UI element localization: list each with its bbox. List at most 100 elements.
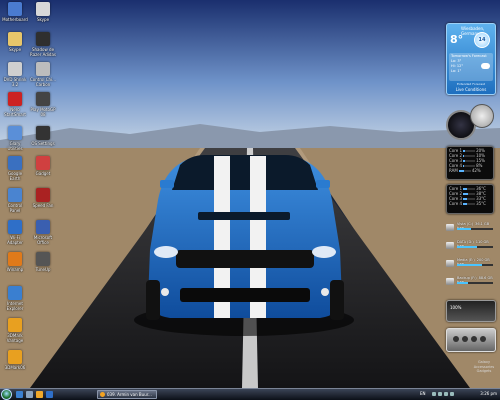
desktop-icon[interactable]: Speed Fan — [30, 188, 56, 208]
desktop-icon[interactable]: Skype — [30, 2, 56, 22]
stat-bar — [463, 203, 476, 205]
network-meter-gadget[interactable]: 100% — [446, 300, 496, 322]
desktop-icon[interactable]: Play MotoGP 08 — [30, 92, 56, 117]
forecast-row: Lo: 1° — [451, 69, 462, 73]
security-tray-icon[interactable] — [444, 392, 448, 396]
desktop-icon[interactable]: DVD Shrink 3.2 — [2, 62, 28, 87]
media-player-gadget[interactable] — [446, 328, 496, 352]
weather-forecast: Tomorrow's Forecast Lo: 3° Hi: 12° Lo: 1… — [449, 53, 493, 81]
drive-row[interactable]: Media (E:)200 GB free — [446, 258, 494, 270]
taskbar-item-winamp[interactable]: 039. Armin van Buur... — [97, 390, 157, 399]
desktop-icon[interactable]: Gadget — [30, 156, 56, 176]
cpu-meter-gadget[interactable]: Core 1 20% Core 2 10% Core 3 15% Core 4 8% RAM 42… — [446, 146, 494, 180]
drive-usage-bar — [457, 264, 493, 266]
internet-explorer-icon[interactable] — [16, 391, 23, 398]
nero-icon — [8, 92, 22, 106]
desktop-icon[interactable]: 3DMark06 — [2, 350, 28, 370]
start-button[interactable] — [1, 389, 12, 400]
desktop-icon-label: Internet Explorer — [6, 301, 24, 311]
office-icon — [36, 220, 50, 234]
internet-explorer-icon — [8, 286, 22, 300]
stat-bar — [458, 170, 471, 172]
media-player-icon[interactable] — [46, 391, 53, 398]
stat-value: 35°C — [476, 201, 486, 206]
desktop-icon-label: Play MotoGP 08 — [30, 107, 56, 117]
folder-icon[interactable] — [36, 391, 43, 398]
moon-icon: 14 — [474, 32, 490, 48]
control-panel-icon — [8, 188, 22, 202]
taskbar: 039. Armin van Buur... EN 3:26 pm — [0, 388, 500, 400]
desktop-icon[interactable]: Internet Explorer — [2, 286, 28, 311]
desktop-icon[interactable]: Google Earth — [2, 156, 28, 181]
desktop-icon[interactable]: Winamp — [2, 252, 28, 272]
drive-row[interactable]: DATA (D:)110 GB free — [446, 240, 494, 252]
cloud-icon — [481, 63, 490, 69]
drive-row[interactable]: Backup (F:)88.6 GB free — [446, 276, 494, 288]
desktop-icon[interactable]: Control Chi... Carbon — [30, 62, 56, 87]
desktop-icon-label: Skype — [36, 17, 50, 22]
benchmark-icon — [8, 318, 22, 332]
network-tray-icon[interactable] — [432, 392, 436, 396]
stat-row: RAM 42% — [449, 168, 491, 173]
hard-drive-icon — [446, 278, 454, 285]
core-temp-gadget[interactable]: Core 1 36°C Core 2 38°C Core 3 33°C Core 4 35°C — [446, 184, 494, 214]
desktop-icon-label: Shadow de Razer Adidas — [30, 47, 57, 57]
desktop-icon[interactable]: Wi-Fi Adapter — [2, 220, 28, 245]
globe-icon — [8, 156, 22, 170]
desktop-icon[interactable]: Glary Utilities — [2, 126, 28, 151]
fan-icon — [36, 188, 50, 202]
stat-label: RAM — [449, 168, 458, 173]
desktop-icon[interactable]: Control Panel — [2, 188, 28, 213]
gadget-brand: Galaxy Accessories Gadgets — [470, 360, 498, 374]
desktop-icon[interactable]: Skype — [2, 32, 28, 52]
weather-live-conditions-link[interactable]: Live Conditions — [447, 87, 495, 92]
weather-extended-link[interactable]: Extended Forecast — [447, 82, 495, 86]
drive-row[interactable]: Vista (C:)36.1 GB free — [446, 222, 494, 234]
drive-usage-bar — [457, 228, 493, 230]
desktop-icon-label: Nero StartSmart — [4, 107, 26, 117]
desktop-wallpaper — [0, 0, 500, 388]
hard-drive-icon — [446, 260, 454, 267]
desktop-icon-label: Glary Utilities — [7, 141, 23, 151]
desktop-icon[interactable]: OS Settings — [30, 126, 56, 146]
language-indicator[interactable]: EN — [420, 391, 426, 396]
stat-row: Core 4 35°C — [449, 201, 491, 206]
desktop-icon[interactable]: Microsoft Office — [30, 220, 56, 245]
weather-gadget[interactable]: Wiesbaden, Germany 8° 14 Tomorrow's Fore… — [446, 23, 496, 95]
desktop-icon-label: DVD Shrink 3.2 — [3, 77, 27, 87]
drive-usage-bar — [457, 246, 493, 248]
stop-icon[interactable] — [471, 336, 477, 342]
network-icon — [8, 220, 22, 234]
desktop-icon-label: Skype — [8, 47, 22, 52]
desktop-icon-label: 3DMark Vantage — [6, 333, 24, 343]
volume-tray-icon[interactable] — [438, 392, 442, 396]
desktop-icon[interactable]: Shadow de Razer Adidas — [30, 32, 56, 57]
desktop-icon-label: Microsoft Office — [33, 235, 53, 245]
stat-bar — [463, 155, 476, 157]
desktop-icon[interactable]: 3DMark Vantage — [2, 318, 28, 343]
app-icon — [36, 156, 50, 170]
next-icon[interactable] — [480, 336, 486, 342]
analog-clock-gadget[interactable] — [470, 104, 494, 128]
desktop-icon[interactable]: Motherboard — [2, 2, 28, 22]
disc-icon — [8, 62, 22, 76]
update-tray-icon[interactable] — [450, 392, 454, 396]
desktop-icon[interactable]: TuneUp — [30, 252, 56, 272]
tool-icon — [8, 126, 22, 140]
play-icon[interactable] — [462, 336, 468, 342]
taskbar-clock[interactable]: 3:26 pm — [480, 391, 497, 396]
desktop-icon-label: Wi-Fi Adapter — [7, 235, 23, 245]
previous-icon[interactable] — [453, 336, 459, 342]
show-desktop-icon[interactable] — [26, 391, 33, 398]
desktop-icon-label: TuneUp — [35, 267, 51, 272]
settings-icon — [36, 126, 50, 140]
hard-drive-icon — [446, 224, 454, 231]
desktop-icon-label: Control Panel — [7, 203, 23, 213]
stat-bar — [463, 150, 476, 152]
stat-bar — [463, 198, 476, 200]
drive-usage-bar — [457, 282, 493, 284]
desktop-icon[interactable]: Nero StartSmart — [2, 92, 28, 117]
desktop-icon-label: Speed Fan — [32, 203, 54, 208]
desktop-icon-label: Motherboard — [2, 17, 28, 22]
weather-temp: 8° — [450, 33, 464, 46]
